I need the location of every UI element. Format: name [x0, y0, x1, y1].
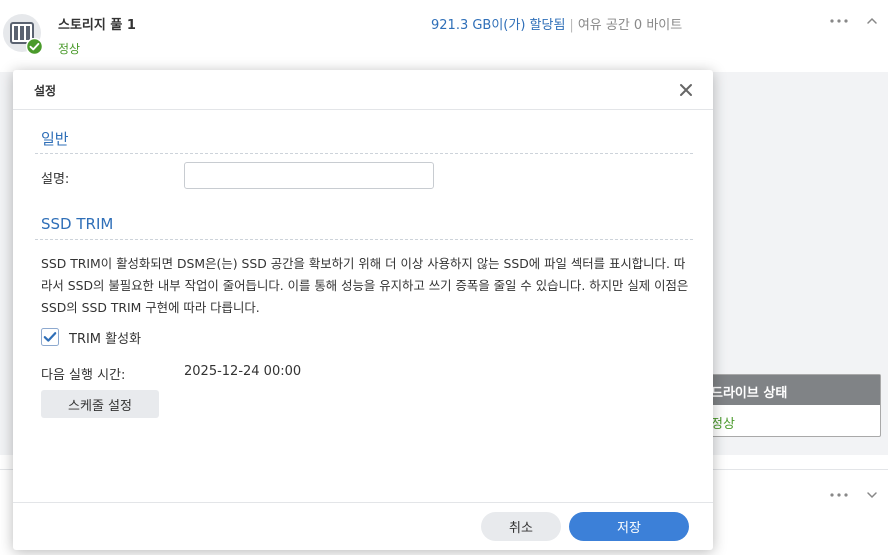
more-icon[interactable]	[829, 14, 851, 28]
trim-enable-label: TRIM 활성화	[69, 332, 142, 347]
chevron-down-icon[interactable]	[865, 488, 879, 502]
description-label: 설명:	[41, 172, 70, 187]
free-space-text: 여유 공간 0 바이트	[577, 18, 683, 33]
ssd-trim-description: SSD TRIM이 활성화되면 DSM은(는) SSD 공간을 확보하기 위해 …	[41, 256, 689, 315]
dialog-header: 설정	[13, 70, 713, 110]
schedule-settings-button[interactable]: 스케줄 설정	[41, 390, 159, 418]
status-ok-check-icon	[25, 37, 44, 56]
storage-pool-usage: 921.3 GB이(가) 할당됨 | 여유 공간 0 바이트	[431, 14, 682, 33]
checkbox-checked-icon[interactable]	[41, 328, 59, 346]
section-title-general: 일반	[41, 130, 69, 148]
next-run-value: 2025-12-24 00:00	[184, 364, 302, 379]
drive-status-header: 드라이브 상태	[701, 375, 880, 405]
section-divider-ssd-trim	[35, 239, 693, 240]
allocated-text: 921.3 GB이(가) 할당됨	[431, 18, 566, 33]
usage-separator: |	[569, 18, 574, 33]
section-divider-general	[35, 153, 693, 154]
close-icon[interactable]	[677, 81, 695, 99]
storage-pool-header[interactable]: 스토리지 풀 1 정상 921.3 GB이(가) 할당됨 | 여유 공간 0 바이트	[0, 0, 888, 72]
save-button[interactable]: 저장	[569, 512, 689, 541]
settings-dialog: 설정 일반 설명: SSD TRIM SSD TRIM이 활성화되면 DSM은(…	[13, 70, 713, 550]
chevron-up-icon[interactable]	[865, 14, 879, 28]
storage-pool-status: 정상	[58, 42, 81, 56]
drive-status-value: 정상	[711, 417, 735, 432]
section-title-ssd-trim: SSD TRIM	[41, 215, 114, 233]
next-run-label: 다음 실행 시간:	[41, 368, 126, 383]
dialog-footer: 취소 저장	[13, 502, 713, 550]
dialog-title: 설정	[34, 84, 57, 98]
description-input[interactable]	[184, 162, 434, 189]
more-icon[interactable]	[829, 488, 851, 502]
drive-status-panel: 드라이브 상태 정상	[700, 374, 881, 437]
storage-pool-name: 스토리지 풀 1	[58, 18, 136, 33]
cancel-button[interactable]: 취소	[481, 512, 561, 541]
